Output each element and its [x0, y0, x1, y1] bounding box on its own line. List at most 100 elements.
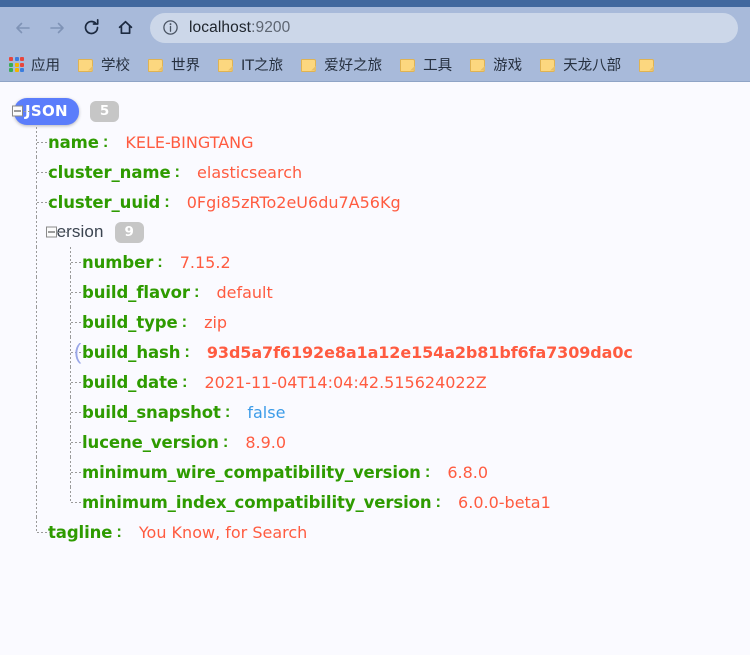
browser-toolbar: localhost:9200 [0, 7, 750, 48]
address-bar[interactable]: localhost:9200 [150, 13, 738, 43]
url-host: localhost [189, 19, 251, 36]
bookmark-folder-2[interactable]: 世界 [146, 52, 207, 77]
tree-gutter [0, 487, 82, 517]
tree-gutter [0, 427, 82, 457]
tree-connector [71, 382, 84, 383]
back-button[interactable] [6, 11, 40, 45]
json-key: build_date [82, 373, 178, 392]
tree-guide [36, 367, 37, 397]
bookmark-folder-3[interactable]: IT之旅 [216, 52, 290, 77]
json-colon: : [225, 403, 231, 422]
bookmark-folder-5[interactable]: 工具 [398, 52, 459, 77]
json-row-build-date: build_date : 2021-11-04T14:04:42.5156240… [0, 367, 750, 397]
folder-icon [301, 58, 317, 72]
tree-gutter [0, 457, 82, 487]
tree-connector [37, 532, 50, 533]
collapse-toggle-version[interactable] [46, 227, 57, 238]
json-key: cluster_name [48, 163, 171, 182]
json-row-build-hash: ( build_hash : 93d5a7f6192e8a1a12e154a2b… [0, 337, 750, 367]
json-colon: : [436, 493, 442, 512]
json-row-minimum-wire-compatibility-version: minimum_wire_compatibility_version : 6.8… [0, 457, 750, 487]
bookmark-label: 应用 [31, 54, 60, 75]
json-row-lucene-version: lucene_version : 8.9.0 [0, 427, 750, 457]
json-row-minimum-index-compatibility-version: minimum_index_compatibility_version : 6.… [0, 487, 750, 517]
tree-guide [36, 277, 37, 307]
json-key: build_type [82, 313, 178, 332]
json-colon: : [182, 373, 188, 392]
tree-connector [58, 232, 67, 233]
tree-connector [71, 262, 84, 263]
tree-connector [71, 292, 84, 293]
browser-chrome: localhost:9200 应用 学校 世界 IT之旅 爱好之旅 [0, 7, 750, 82]
json-key: build_flavor [82, 283, 190, 302]
json-colon: : [157, 253, 163, 272]
json-value: elasticsearch [197, 163, 302, 182]
bookmark-folder-8-overflow[interactable] [637, 56, 669, 74]
arrow-right-icon [47, 18, 67, 38]
json-value: zip [204, 313, 227, 332]
tree-guide [36, 457, 37, 487]
json-key: lucene_version [82, 433, 219, 452]
home-button[interactable] [108, 11, 142, 45]
json-key: number [82, 253, 153, 272]
tree-gutter [0, 187, 48, 217]
tree-connector [24, 111, 33, 112]
bookmarks-bar: 应用 学校 世界 IT之旅 爱好之旅 工具 游戏 天龙八部 [0, 48, 750, 81]
bookmark-folder-1[interactable]: 学校 [76, 52, 137, 77]
folder-icon [540, 58, 556, 72]
json-value: 2021-11-04T14:04:42.515624022Z [204, 373, 486, 392]
json-key: minimum_index_compatibility_version [82, 493, 432, 512]
arrow-left-icon [13, 18, 33, 38]
tree-gutter [0, 217, 48, 247]
json-value: 7.15.2 [180, 253, 231, 272]
tree-connector [71, 442, 84, 443]
json-key: tagline [48, 523, 112, 542]
tree-gutter [0, 247, 82, 277]
json-colon: : [164, 193, 170, 212]
json-value: 6.8.0 [447, 463, 488, 482]
bookmark-folder-7[interactable]: 天龙八部 [538, 52, 628, 77]
bookmark-label: 天龙八部 [563, 54, 621, 75]
folder-icon [148, 58, 164, 72]
json-root-count: 5 [90, 101, 119, 122]
tree-connector [37, 172, 50, 173]
tree-gutter [0, 277, 82, 307]
url-text: localhost:9200 [189, 19, 290, 37]
tree-connector [71, 502, 84, 503]
json-key: build_snapshot [82, 403, 221, 422]
folder-icon [78, 58, 94, 72]
bookmark-label: IT之旅 [241, 54, 283, 75]
json-colon: : [182, 313, 188, 332]
folder-icon [218, 58, 234, 72]
tree-gutter: ( [0, 337, 82, 367]
json-version-count: 9 [115, 222, 144, 243]
tree-gutter [0, 397, 82, 427]
json-colon: : [184, 343, 190, 362]
tree-guide [36, 307, 37, 337]
tree-guide [36, 517, 37, 532]
tree-guide [70, 487, 71, 502]
bookmark-folder-4[interactable]: 爱好之旅 [299, 52, 389, 77]
tree-gutter [0, 517, 48, 547]
bookmark-label: 爱好之旅 [324, 54, 382, 75]
bookmark-apps[interactable]: 应用 [7, 52, 67, 77]
tree-gutter [0, 367, 82, 397]
page-info-icon[interactable] [162, 19, 179, 36]
bookmark-label: 游戏 [493, 54, 522, 75]
tree-guide [36, 247, 37, 277]
tabstrip-remnant [0, 0, 750, 7]
reload-button[interactable] [74, 11, 108, 45]
url-port: :9200 [251, 19, 290, 36]
json-viewer: JSON 5 name : KELE-BINGTANG cluster_name… [0, 82, 750, 655]
tree-connector [71, 472, 84, 473]
tree-gutter [0, 95, 14, 127]
forward-button[interactable] [40, 11, 74, 45]
json-colon: : [116, 523, 122, 542]
bookmark-folder-6[interactable]: 游戏 [468, 52, 529, 77]
json-key: name [48, 133, 99, 152]
home-icon [115, 17, 136, 38]
tree-gutter [0, 127, 48, 157]
json-value: 93d5a7f6192e8a1a12e154a2b81bf6fa7309da0c [207, 343, 633, 362]
collapse-toggle-root[interactable] [12, 106, 23, 117]
folder-icon [400, 58, 416, 72]
